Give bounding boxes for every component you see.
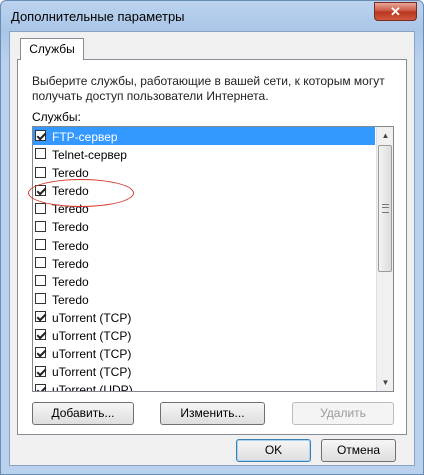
close-icon: ✕ [390, 4, 401, 19]
service-list-item[interactable]: uTorrent (UDP) [33, 380, 375, 392]
services-list-label: Службы: [32, 110, 81, 124]
service-list-item[interactable]: Teredo [33, 254, 375, 272]
service-list-item[interactable]: Teredo [33, 163, 375, 181]
service-checkbox[interactable] [35, 130, 46, 142]
service-checkbox[interactable] [35, 256, 46, 268]
service-label: Teredo [52, 202, 89, 217]
scroll-up-icon[interactable]: ▲ [377, 127, 393, 144]
service-checkbox[interactable] [35, 202, 46, 214]
service-label: Teredo [52, 274, 89, 289]
service-checkbox[interactable] [35, 148, 46, 160]
dialog-client-area: Службы Выберите службы, работающие в ваш… [9, 31, 415, 466]
add-button[interactable]: Добавить... [32, 402, 134, 425]
service-checkbox[interactable] [35, 238, 46, 250]
service-checkbox[interactable] [35, 166, 46, 178]
service-label: uTorrent (UDP) [52, 383, 133, 392]
service-checkbox[interactable] [35, 293, 46, 305]
services-tab-panel: Выберите службы, работающие в вашей сети… [17, 59, 407, 435]
service-checkbox[interactable] [35, 275, 46, 287]
service-label: Teredo [52, 220, 89, 235]
service-label: Teredo [52, 184, 89, 199]
service-label: Teredo [52, 238, 89, 253]
tab-label: Службы [29, 42, 75, 56]
service-list-item[interactable]: Telnet-сервер [33, 145, 375, 163]
service-list-item[interactable]: uTorrent (TCP) [33, 326, 375, 344]
service-label: uTorrent (TCP) [52, 346, 132, 361]
cancel-button[interactable]: Отмена [321, 439, 396, 462]
grip-icon [382, 204, 389, 213]
service-label: uTorrent (TCP) [52, 365, 132, 380]
service-label: Telnet-сервер [52, 147, 127, 162]
service-checkbox[interactable] [35, 329, 46, 341]
service-label: Teredo [52, 292, 89, 307]
ok-button[interactable]: OK [236, 439, 311, 462]
scroll-down-icon[interactable]: ▼ [377, 374, 393, 391]
service-checkbox[interactable] [35, 220, 46, 232]
vertical-scrollbar[interactable]: ▲ ▼ [376, 127, 393, 391]
service-list-item[interactable]: Teredo [33, 181, 375, 199]
advanced-settings-dialog: Дополнительные параметры ✕ Службы Выбери… [0, 0, 424, 475]
service-list-item[interactable]: uTorrent (TCP) [33, 344, 375, 362]
services-listbox[interactable]: FTP-сервер Telnet-сервер Teredo Teredo Tered… [32, 126, 394, 392]
service-list-item[interactable]: uTorrent (TCP) [33, 362, 375, 380]
close-button[interactable]: ✕ [374, 2, 417, 21]
service-list-item[interactable]: FTP-сервер [33, 127, 375, 146]
service-label: Teredo [52, 166, 89, 181]
service-label: FTP-сервер [52, 129, 118, 144]
service-checkbox[interactable] [35, 347, 46, 359]
title-bar: Дополнительные параметры ✕ [1, 1, 423, 31]
edit-button[interactable]: Изменить... [160, 402, 265, 425]
service-list-item[interactable]: Teredo [33, 199, 375, 217]
service-label: uTorrent (TCP) [52, 328, 132, 343]
window-title: Дополнительные параметры [11, 9, 185, 24]
scroll-thumb[interactable] [378, 145, 392, 272]
service-list-item[interactable]: Teredo [33, 217, 375, 235]
services-list: FTP-сервер Telnet-сервер Teredo Teredo Tered… [33, 127, 375, 392]
tab-services[interactable]: Службы [20, 38, 84, 60]
service-list-item[interactable]: uTorrent (TCP) [33, 308, 375, 326]
service-label: uTorrent (TCP) [52, 310, 132, 325]
service-list-item[interactable]: Teredo [33, 290, 375, 308]
service-checkbox[interactable] [35, 365, 46, 377]
service-label: Teredo [52, 256, 89, 271]
delete-button[interactable]: Удалить [292, 402, 394, 425]
service-list-item[interactable]: Teredo [33, 236, 375, 254]
services-description: Выберите службы, работающие в вашей сети… [32, 74, 385, 103]
service-list-item[interactable]: Teredo [33, 272, 375, 290]
service-checkbox[interactable] [35, 311, 46, 323]
service-checkbox[interactable] [35, 383, 46, 391]
service-checkbox[interactable] [35, 184, 46, 196]
